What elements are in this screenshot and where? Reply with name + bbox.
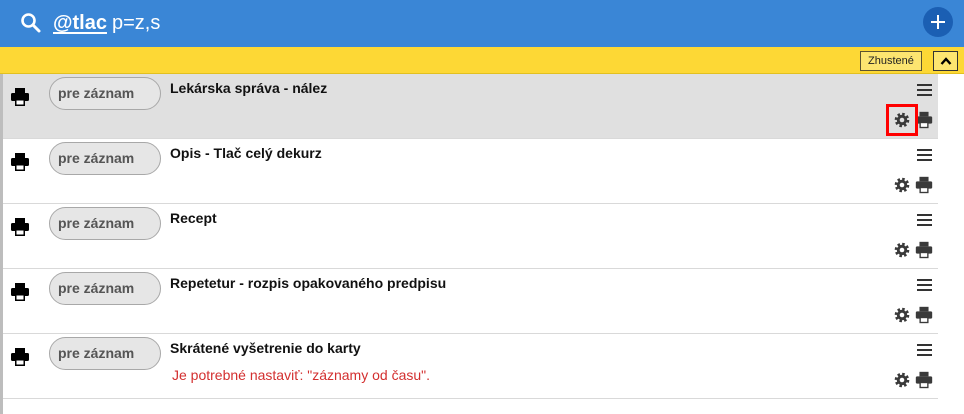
printer-icon[interactable] (914, 175, 934, 195)
printer-icon[interactable] (9, 281, 31, 303)
compact-toggle-button[interactable]: Zhustené (860, 51, 922, 71)
printer-icon[interactable] (914, 240, 934, 260)
search-query[interactable]: @tlac p=z,s (53, 10, 160, 36)
printer-icon[interactable] (9, 86, 31, 108)
query-arguments: p=z,s (111, 12, 161, 34)
list-item[interactable]: pre záznam Recept (3, 204, 938, 269)
menu-icon[interactable] (916, 343, 933, 357)
scope-pill[interactable]: pre záznam (49, 142, 161, 175)
printer-icon[interactable] (9, 216, 31, 238)
scope-pill[interactable]: pre záznam (49, 207, 161, 240)
scope-pill[interactable]: pre záznam (49, 272, 161, 305)
printer-icon[interactable] (9, 151, 31, 173)
gear-icon[interactable] (892, 370, 912, 390)
header-bar: @tlac p=z,s (0, 0, 964, 47)
chevron-up-icon (940, 57, 952, 65)
configuration-warning: Je potrebné nastaviť: "záznamy od času". (172, 367, 430, 383)
gear-highlight-box (886, 104, 918, 136)
gear-icon[interactable] (892, 175, 912, 195)
list-item[interactable]: pre záznam Skrátené vyšetrenie do karty … (3, 334, 938, 399)
gear-icon[interactable] (892, 305, 912, 325)
printer-icon[interactable] (9, 346, 31, 368)
query-command: @tlac (53, 12, 107, 34)
printer-icon[interactable] (914, 305, 934, 325)
printer-icon[interactable] (914, 370, 934, 390)
scope-pill[interactable]: pre záznam (49, 77, 161, 110)
gear-icon[interactable] (892, 240, 912, 260)
list-item[interactable]: pre záznam Repetetur - rozpis opakovanéh… (3, 269, 938, 334)
template-title: Lekárska správa - nález (170, 80, 328, 96)
scope-pill[interactable]: pre záznam (49, 337, 161, 370)
template-title: Recept (170, 210, 217, 226)
template-title: Repetetur - rozpis opakovaného predpisu (170, 275, 447, 291)
print-template-list: pre záznam Lekárska správa - nález pre z… (3, 74, 938, 399)
search-icon[interactable] (20, 12, 42, 34)
filter-toolbar: Zhustené (0, 47, 964, 74)
add-button[interactable] (923, 7, 953, 37)
collapse-button[interactable] (933, 51, 958, 71)
list-item[interactable]: pre záznam Lekárska správa - nález (3, 74, 938, 139)
menu-icon[interactable] (916, 148, 933, 162)
menu-icon[interactable] (916, 213, 933, 227)
template-title: Opis - Tlač celý dekurz (170, 145, 322, 161)
menu-icon[interactable] (916, 83, 933, 97)
menu-icon[interactable] (916, 278, 933, 292)
template-title: Skrátené vyšetrenie do karty (170, 340, 361, 356)
list-item[interactable]: pre záznam Opis - Tlač celý dekurz (3, 139, 938, 204)
